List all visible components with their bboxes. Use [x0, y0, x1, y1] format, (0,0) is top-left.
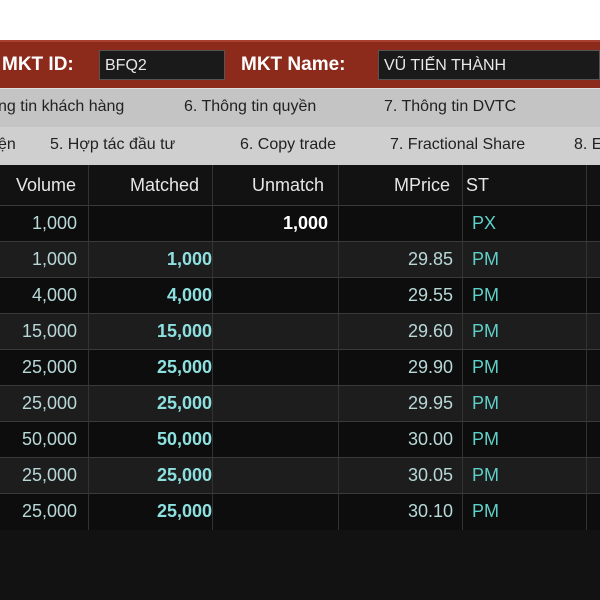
tab-partial-left[interactable]: ện — [0, 136, 16, 154]
table-row[interactable]: 25,000 25,000 29.90 PM — [0, 349, 600, 386]
mkt-id-label: MKT ID: — [2, 54, 74, 75]
table-row[interactable]: 1,000 1,000 PX — [0, 205, 600, 242]
cell-status: PM — [472, 249, 499, 269]
cell-matched: 15,000 — [156, 321, 212, 341]
cell-mprice: 29.90 — [407, 357, 453, 377]
column-divider — [586, 165, 587, 530]
cell-status: PM — [472, 321, 499, 341]
cell-volume: 25,000 — [21, 465, 77, 485]
table-row[interactable]: 50,000 50,000 30.00 PM — [0, 421, 600, 458]
header-bar: MKT ID: BFQ2 MKT Name: VŨ TIẾN THÀNH — [0, 40, 600, 90]
mkt-name-field[interactable]: VŨ TIẾN THÀNH — [378, 50, 600, 80]
cell-status: PM — [472, 357, 499, 377]
table-row[interactable]: 25,000 25,000 30.05 PM — [0, 457, 600, 494]
orders-table: Volume Matched Unmatch MPrice ST 1,000 1… — [0, 165, 600, 600]
column-header-st[interactable]: ST — [466, 175, 489, 196]
cell-volume: 1,000 — [31, 213, 77, 233]
cell-unmatch: 1,000 — [282, 213, 328, 233]
cell-volume: 25,000 — [21, 393, 77, 413]
cell-status: PM — [472, 285, 499, 305]
column-header-matched[interactable]: Matched — [130, 175, 199, 196]
column-divider — [338, 165, 339, 530]
cell-matched: 25,000 — [156, 465, 212, 485]
cell-status: PX — [472, 213, 497, 233]
table-row[interactable]: 4,000 4,000 29.55 PM — [0, 277, 600, 314]
cell-matched: 50,000 — [156, 429, 212, 449]
cell-volume: 50,000 — [21, 429, 77, 449]
cell-mprice: 29.55 — [407, 285, 453, 305]
cell-matched: 4,000 — [166, 285, 212, 305]
tab-partial-right[interactable]: 8. E — [574, 136, 600, 154]
cell-volume: 25,000 — [21, 501, 77, 521]
tab-rights-info[interactable]: 6. Thông tin quyền — [184, 98, 316, 116]
column-divider — [88, 165, 89, 530]
table-row[interactable]: 15,000 15,000 29.60 PM — [0, 313, 600, 350]
cell-mprice: 29.85 — [407, 249, 453, 269]
cell-volume: 15,000 — [21, 321, 77, 341]
mkt-name-label: MKT Name: — [241, 54, 346, 75]
cell-matched: 25,000 — [156, 501, 212, 521]
table-row[interactable]: 25,000 25,000 30.10 PM — [0, 493, 600, 530]
top-blank-area — [0, 0, 600, 40]
cell-status: PM — [472, 465, 499, 485]
tab-fractional-share[interactable]: 7. Fractional Share — [390, 136, 525, 154]
cell-mprice: 30.10 — [407, 501, 453, 521]
cell-volume: 1,000 — [31, 249, 77, 269]
column-divider — [212, 165, 213, 530]
tab-bar-primary: ng tin khách hàng 6. Thông tin quyền 7. … — [0, 88, 600, 128]
cell-status: PM — [472, 429, 499, 449]
mkt-id-field[interactable]: BFQ2 — [99, 50, 225, 80]
cell-volume: 4,000 — [31, 285, 77, 305]
tab-copy-trade[interactable]: 6. Copy trade — [240, 136, 336, 154]
cell-mprice: 30.05 — [407, 465, 453, 485]
tab-investment-cooperation[interactable]: 5. Hợp tác đầu tư — [50, 136, 175, 154]
cell-mprice: 29.60 — [407, 321, 453, 341]
cell-volume: 25,000 — [21, 357, 77, 377]
cell-mprice: 29.95 — [407, 393, 453, 413]
table-row[interactable]: 25,000 25,000 29.95 PM — [0, 385, 600, 422]
tab-customer-info[interactable]: ng tin khách hàng — [0, 98, 124, 116]
cell-matched: 25,000 — [156, 357, 212, 377]
cell-status: PM — [472, 393, 499, 413]
cell-matched: 1,000 — [166, 249, 212, 269]
tab-financial-service-info[interactable]: 7. Thông tin DVTC — [384, 98, 516, 116]
column-header-unmatch[interactable]: Unmatch — [252, 175, 324, 196]
cell-mprice: 30.00 — [407, 429, 453, 449]
tab-bar-secondary: ện 5. Hợp tác đầu tư 6. Copy trade 7. Fr… — [0, 127, 600, 167]
cell-matched: 25,000 — [156, 393, 212, 413]
column-header-volume[interactable]: Volume — [16, 175, 76, 196]
column-header-mprice[interactable]: MPrice — [394, 175, 450, 196]
table-row[interactable]: 1,000 1,000 29.85 PM — [0, 241, 600, 278]
column-divider — [462, 165, 463, 530]
cell-status: PM — [472, 501, 499, 521]
